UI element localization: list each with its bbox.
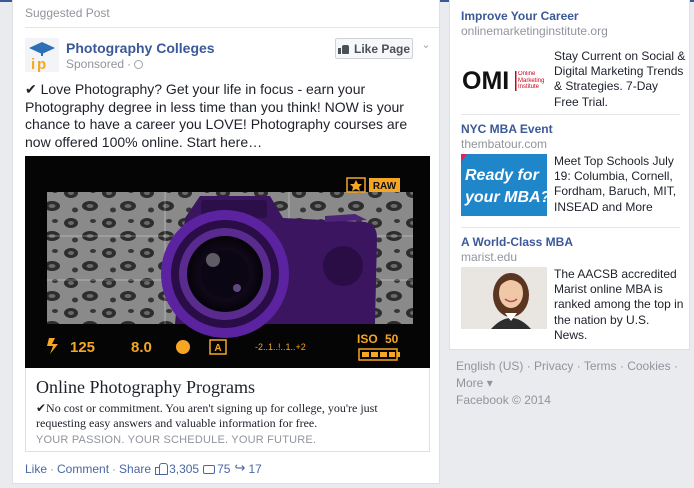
meter-readout: -2..1..!..1..+2 <box>255 342 306 352</box>
comment-link[interactable]: Comment <box>57 462 109 476</box>
camera-illustration: RAW 125 8.0 A -2..1..!..1..+2 ISO 50 <box>25 156 430 368</box>
sidebar-ad-domain: thembatour.com <box>461 137 548 151</box>
sponsored-label: Sponsored <box>66 57 125 71</box>
footer-privacy-link[interactable]: Privacy <box>534 359 573 373</box>
svg-text:i: i <box>31 56 35 72</box>
ad-caption: YOUR PASSION. YOUR SCHEDULE. YOUR FUTURE… <box>36 434 317 446</box>
thumbs-up-icon <box>155 462 169 475</box>
sidebar-ad-domain: marist.edu <box>461 250 518 264</box>
iso-label: ISO <box>357 332 378 346</box>
sponsored-line: Sponsored · <box>66 57 144 71</box>
mode-readout: A <box>214 343 221 354</box>
comment-icon <box>203 464 216 474</box>
omi-logo-text: OMI <box>462 67 509 95</box>
footer-links: English (US) · Privacy · Terms · Cookies… <box>456 359 678 407</box>
likes-count[interactable]: 3,305 <box>155 462 199 476</box>
shutter-readout: 125 <box>70 339 95 356</box>
sidebar-ad-title[interactable]: NYC MBA Event <box>461 122 683 136</box>
sidebar-ad-omi[interactable]: Improve Your Career onlinemarketinginsti… <box>461 9 685 111</box>
chevron-down-icon[interactable]: ▾ <box>487 376 493 390</box>
post-actions-bar: Like · Comment · Share 3,305 75 17 <box>25 460 262 477</box>
footer-cookies-link[interactable]: Cookies <box>627 359 670 373</box>
sidebar-ads-panel: Improve Your Career onlinemarketinginsti… <box>449 0 690 350</box>
footer-language-link[interactable]: English (US) <box>456 359 523 373</box>
raw-label: RAW <box>373 181 397 192</box>
page-name-link[interactable]: Photography Colleges <box>66 40 215 56</box>
share-icon <box>234 460 246 476</box>
ad-image[interactable]: RAW 125 8.0 A -2..1..!..1..+2 ISO 50 <box>25 156 430 368</box>
ad-link-box[interactable]: Online Photography Programs ✔No cost or … <box>25 368 430 452</box>
aperture-readout: 8.0 <box>131 339 152 356</box>
post-body-text: ✔ Love Photography? Get your life in foc… <box>25 81 408 150</box>
sidebar-ad-body: Stay Current on Social & Digital Marketi… <box>554 49 686 109</box>
sidebar-ad-mba-event[interactable]: NYC MBA Event thembatour.com Ready for y… <box>461 122 683 216</box>
sidebar-ad-title[interactable]: A World-Class MBA <box>461 235 683 249</box>
svg-text:your MBA?: your MBA? <box>464 189 547 206</box>
suggested-post-label: Suggested Post <box>25 6 110 20</box>
shares-count[interactable]: 17 <box>234 460 262 477</box>
footer-more-link[interactable]: More <box>456 376 483 390</box>
marist-person-photo[interactable] <box>461 267 547 329</box>
page-logo-icon[interactable]: i p <box>25 38 59 72</box>
sidebar-ad-body: The AACSB accredited Marist online MBA i… <box>554 267 684 342</box>
ad-title: Online Photography Programs <box>36 377 255 397</box>
sidebar-ad-title[interactable]: Improve Your Career <box>461 9 683 23</box>
share-link[interactable]: Share <box>119 462 151 476</box>
sidebar-ad-body: Meet Top Schools July 19: Columbia, Corn… <box>554 154 677 214</box>
chevron-down-icon[interactable]: ⌄ <box>419 38 433 52</box>
mba-event-image[interactable]: Ready for your MBA? <box>461 154 547 216</box>
iso-value: 50 <box>385 332 399 346</box>
ad-description: ✔No cost or commitment. You aren't signi… <box>36 401 378 430</box>
footer-terms-link[interactable]: Terms <box>584 359 617 373</box>
thumbs-up-icon <box>337 44 349 54</box>
sidebar-ad-marist[interactable]: A World-Class MBA marist.edu The AACSB a… <box>461 235 683 342</box>
footer-copyright: Facebook © 2014 <box>456 393 551 407</box>
comments-count[interactable]: 75 <box>203 462 230 476</box>
likes-count-value: 3,305 <box>169 462 200 476</box>
omi-logo-image[interactable]: OMI Online Marketing Institute <box>461 49 547 111</box>
omi-logo-sub: Online Marketing Institute <box>518 71 545 90</box>
like-page-label: Like Page <box>353 41 411 56</box>
suggested-post-card: Suggested Post i p Photography Colleges … <box>12 0 440 484</box>
like-link[interactable]: Like <box>25 462 47 476</box>
svg-text:p: p <box>37 56 46 72</box>
sidebar-ad-domain: onlinemarketinginstitute.org <box>461 24 608 38</box>
header-divider <box>25 27 439 28</box>
shares-count-value: 17 <box>248 462 262 476</box>
svg-text:Ready for: Ready for <box>465 167 540 184</box>
globe-icon <box>134 59 144 69</box>
like-page-button[interactable]: Like Page <box>335 38 413 59</box>
comments-count-value: 75 <box>217 462 231 476</box>
